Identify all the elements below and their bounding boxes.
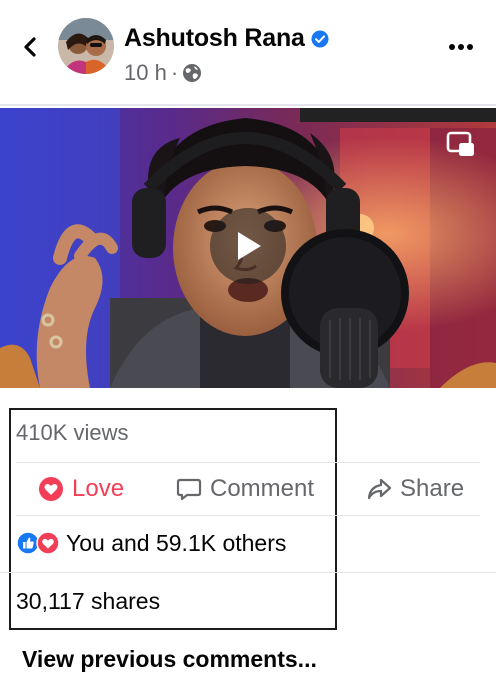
post-action-bar: Love Comment Share	[0, 466, 496, 512]
author-avatar[interactable]	[58, 18, 114, 74]
reaction-icons	[16, 531, 60, 555]
more-options-icon	[449, 44, 473, 50]
video-player[interactable]	[0, 108, 496, 388]
play-icon	[238, 232, 261, 260]
picture-in-picture-button[interactable]	[446, 130, 476, 160]
view-count: 410K views	[16, 420, 129, 445]
play-button[interactable]	[210, 208, 286, 284]
divider	[16, 462, 480, 463]
meta-separator: ·	[170, 60, 179, 85]
verified-badge-icon	[311, 30, 329, 47]
picture-in-picture-icon	[446, 131, 474, 156]
comment-button[interactable]: Comment	[176, 466, 314, 512]
share-count[interactable]: 30,117 shares	[16, 588, 160, 615]
globe-icon	[183, 64, 202, 82]
post-header: Ashutosh Rana 10 h ·	[0, 0, 496, 104]
share-label: Share	[400, 475, 465, 502]
reactions-summary[interactable]: You and 59.1K others	[16, 525, 286, 561]
post-timestamp[interactable]: 10 h	[124, 60, 167, 86]
love-button[interactable]: Love	[38, 466, 124, 512]
reactions-text: You and 59.1K others	[66, 529, 287, 556]
comment-label: Comment	[210, 475, 315, 502]
author-name[interactable]: Ashutosh Rana	[124, 24, 305, 53]
view-previous-comments-link[interactable]: View previous comments...	[22, 646, 317, 673]
love-reaction-icon	[36, 531, 60, 555]
chevron-left-icon	[24, 37, 36, 57]
share-arrow-icon	[367, 478, 392, 500]
share-button[interactable]: Share	[366, 466, 464, 512]
header-divider	[0, 104, 496, 106]
back-button[interactable]	[14, 30, 48, 64]
divider	[0, 572, 496, 573]
heart-icon	[39, 477, 63, 501]
divider	[16, 515, 480, 516]
more-options-button[interactable]	[444, 30, 478, 64]
comment-bubble-icon	[176, 478, 202, 501]
love-label: Love	[72, 475, 125, 502]
